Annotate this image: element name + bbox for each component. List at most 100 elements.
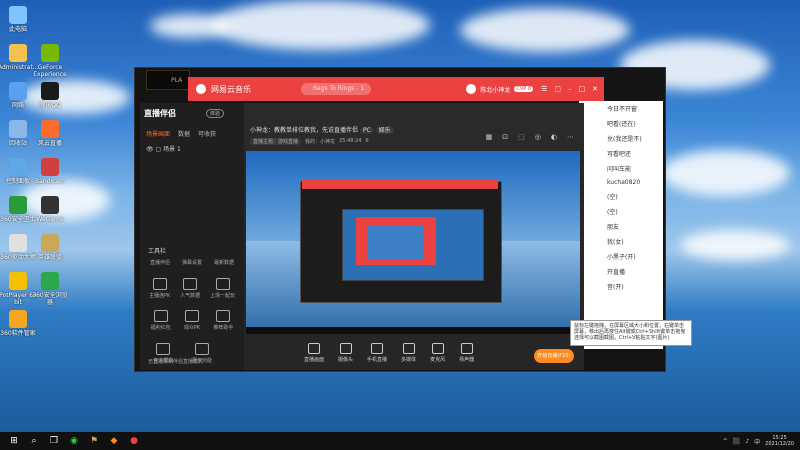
tray-expand-icon[interactable]: ^ [723,438,728,445]
netease-title: 网易云音乐 [211,84,251,94]
tab-data[interactable]: 数据 [178,129,190,138]
tool-item[interactable]: 观众PK [184,310,200,331]
camera-button[interactable]: 摄像头 [338,341,353,363]
ime-icon[interactable]: 中 [754,437,760,446]
theme-icon[interactable]: ◐ [551,133,557,141]
zb-topbar: 小神龙：教教单排位教我，先说直播伴侣 PC 娱乐 直播主题：游戏直播 我的：小神… [244,103,584,151]
speaker-button[interactable]: 扬声器 [459,341,474,363]
tool-item[interactable]: 最新数据 [214,259,234,266]
desktop-icon-label: 腾讯QQ [39,102,61,109]
app-icon [9,120,27,138]
netease-window-controls: ☰ ▢ – □ ✕ [541,85,598,93]
tool-item[interactable]: 人气数据 [180,278,200,299]
tool-item[interactable]: 主播连PK [149,278,170,299]
desktop-icon[interactable]: WeGame [30,196,70,223]
app-icon [9,82,27,100]
chat-side-panel: 今日不开窗 吧看(还在) 兑(我还是不) 可看吧还 问叫车能 kucha0820 (空) (空… [579,101,663,349]
desktop-icon-label: GeForce Experience [33,64,67,78]
clock[interactable]: 15:25 2021/12/20 [765,435,794,447]
zb-tabs: 场景画面 数据 可收获 [146,129,216,138]
tool-item[interactable]: 直播伴侣 [150,259,170,266]
zhibo-icon[interactable]: ◆ [108,435,120,447]
desktop-icon-label: 此电脑 [8,26,27,33]
app-icon [9,158,27,176]
app-icon [9,6,27,24]
desktop-icon[interactable]: 腾讯QQ [30,82,70,109]
side-panel-line: 可看吧还 [607,151,632,158]
netease-icon[interactable]: ● [128,435,140,447]
side-panel-line: (空) [607,194,618,201]
desktop-icon[interactable]: 风云直播 [30,120,70,147]
desktop-icon-label: Bandicam [35,178,65,185]
netease-music-titlebar[interactable]: 网易云音乐 Rags To Rings - 1 陈北小神龙 CVP 8 ☰ ▢ … [188,77,604,101]
lol-icon[interactable]: ⚑ [88,435,100,447]
go-live-button[interactable]: 开始直播(F10) [534,349,574,363]
tab-harvest[interactable]: 可收获 [198,129,216,138]
app-icon [9,234,27,252]
badge: 体验 [206,109,225,118]
tool-item[interactable]: 上场一起玩 [210,278,235,299]
taskbar: ⊞ ⌕ ❐ ◉ ⚑ ◆ ● ^ ⬛ ♪ 中 15:25 2021/12/20 [0,432,800,450]
start-icon[interactable]: ⊞ [8,435,20,447]
app-icon [9,272,27,290]
screenshot-tooltip: 鼠标左键拖拽，在屏幕区域大小和位置，右键单击屏幕，移出后再按住Alt键或Ctrl… [570,320,692,346]
side-panel-line: 开直播 [607,269,626,276]
side-panel-line: (空) [607,209,618,216]
desktop-icon-label: 英雄联盟 [37,254,62,261]
tool-item[interactable]: 福利红包 [151,310,171,331]
maximize-icon[interactable]: □ [579,85,586,93]
side-panel-line: 吧看(还在) [607,121,636,128]
avatar[interactable] [466,84,477,94]
desktop-icon[interactable]: 360软件管家 [0,310,38,337]
screen-capture-button[interactable]: 直播画面 [304,341,324,363]
netease-search-input[interactable]: Rags To Rings - 1 [301,83,371,95]
desktop-icon-label: 360软件管家 [0,330,36,337]
stream-title[interactable]: 小神龙：教教单排位教我，先说直播伴侣 PC 娱乐 [250,125,394,134]
app-icon [41,196,59,214]
desktop-icon[interactable]: 英雄联盟 [30,234,70,261]
menu-icon[interactable]: ☰ [541,85,547,93]
zb-sidebar: 直播伴侣 体验 场景画面 数据 可收获 👁 ▢ 场景 1 工具栏 直播伴侣 弹幕… [140,103,244,370]
search-icon[interactable]: ⌕ [28,435,40,447]
side-panel-line: 小黑子(开) [607,254,636,261]
share-icon[interactable]: ⋯ [567,133,574,141]
app-icon [41,120,59,138]
tool-item[interactable]: 弹幕设置 [182,259,202,266]
app-icon [41,82,59,100]
lol-tab[interactable]: PLA [146,70,190,90]
mini-mode-icon[interactable]: ▢ [554,85,561,93]
crop-icon[interactable]: ⬚ [518,133,525,141]
volume-icon[interactable]: ♪ [745,438,749,445]
app-icon [41,158,59,176]
browser-360-icon[interactable]: ◉ [68,435,80,447]
minimize-icon[interactable]: – [568,85,572,93]
side-panel-line: 问叫车能 [607,166,632,173]
username: 陈北小神龙 [480,86,511,94]
network-icon[interactable]: ⬛ [733,438,740,445]
mobile-live-button[interactable]: 手机直播 [367,341,387,363]
task-view-icon[interactable]: ❐ [48,435,60,447]
live-preview[interactable] [246,151,580,334]
desktop-icon[interactable]: GeForce Experience [30,44,70,78]
tools-row-2: 主播连PK 人气数据 上场一起玩 [144,278,240,299]
scene-item[interactable]: 👁 ▢ 场景 1 [146,144,181,153]
desktop-icon[interactable]: 此电脑 [0,6,38,33]
tab-scene[interactable]: 场景画面 [146,129,170,138]
desktop-icon[interactable]: Bandicam [30,158,70,185]
app-icon [9,196,27,214]
desktop-icon[interactable]: 360安全浏览器 [30,272,70,306]
lock-icon[interactable]: ⊡ [502,133,508,141]
layout-icon[interactable]: ▦ [486,133,493,141]
camera-icon[interactable]: ◎ [535,133,541,141]
side-panel-line: 兑(我还是不) [607,136,642,143]
bottom-toolbar: 直播画面 摄像头 手机直播 多媒体 麦克风 扬声器 [244,341,584,370]
netease-user[interactable]: 陈北小神龙 CVP 8 [466,84,534,94]
app-icon [41,272,59,290]
close-icon[interactable]: ✕ [592,85,598,93]
side-panel-line: 今日不开窗 [607,106,638,113]
side-panel-line: 我(女) [607,239,624,246]
side-panel-line: 朋友 [607,224,620,231]
media-button[interactable]: 多媒体 [401,341,416,363]
tool-item[interactable]: 推荐助手 [213,310,233,331]
microphone-button[interactable]: 麦克风 [430,341,445,363]
